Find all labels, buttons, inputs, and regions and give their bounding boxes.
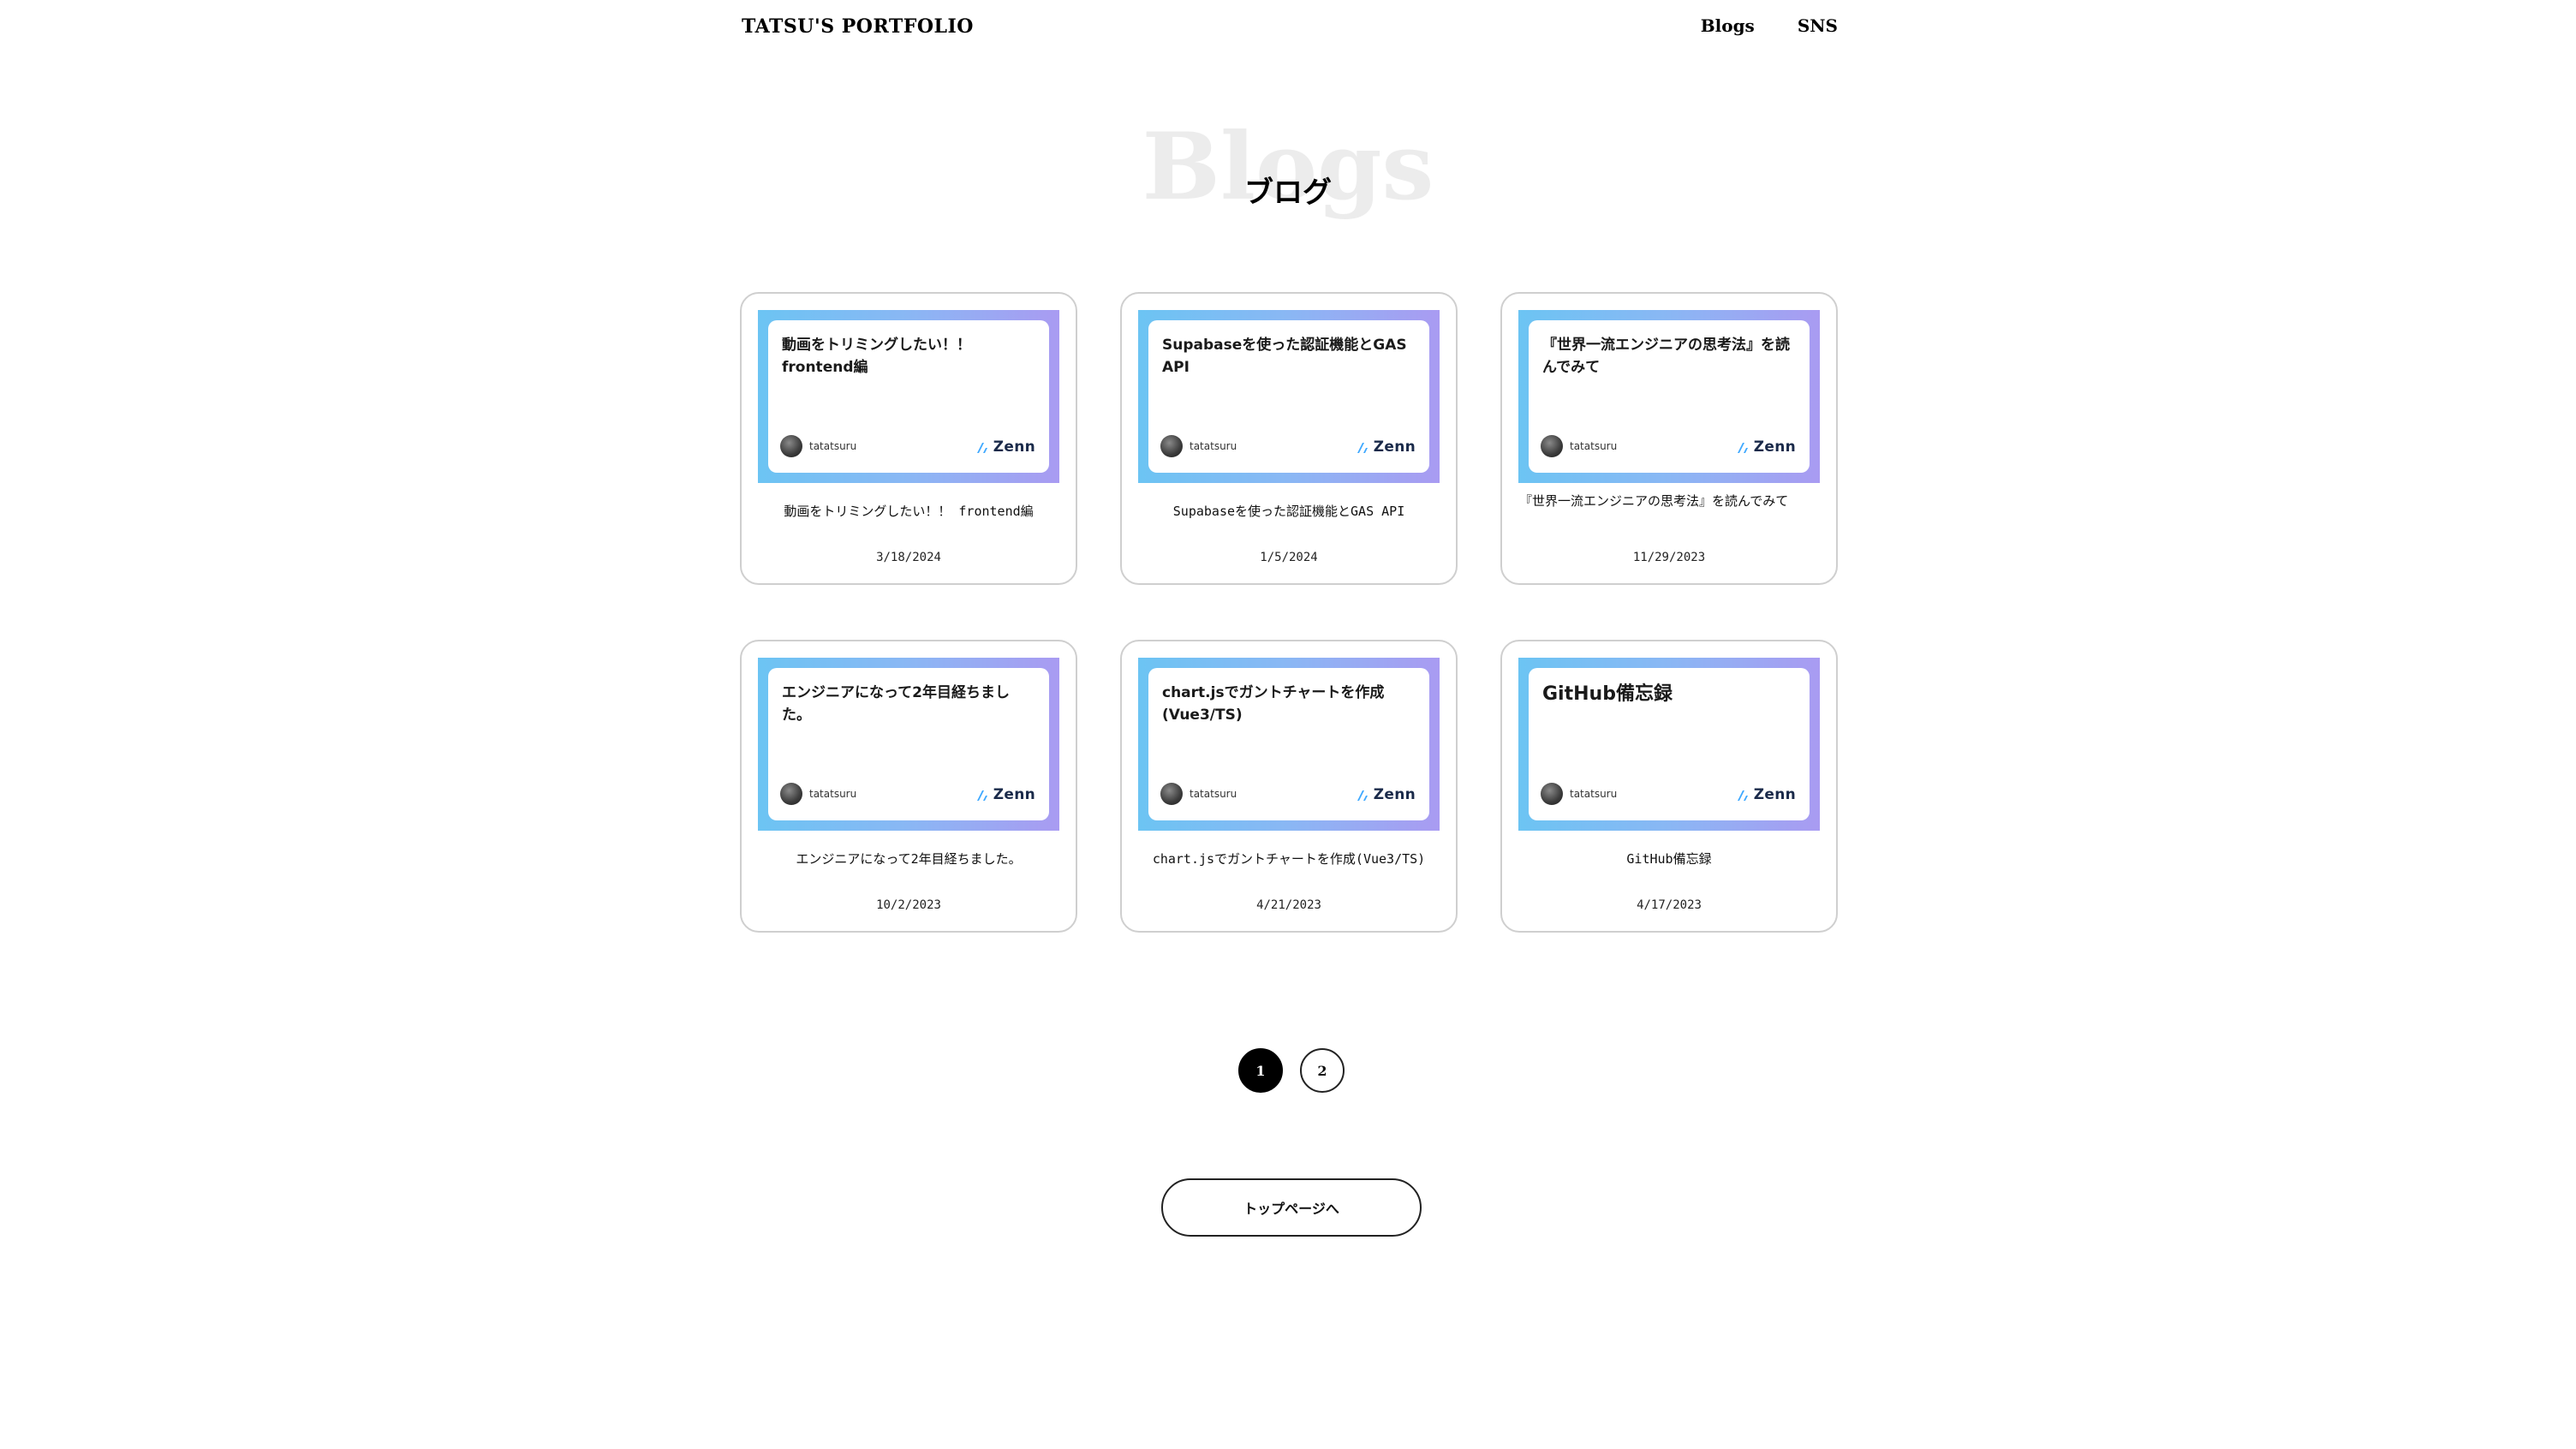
section-title-foreground: ブログ	[1244, 176, 1332, 210]
author-name: tatatsuru	[1570, 788, 1618, 800]
zenn-wordmark: Zenn	[1753, 786, 1796, 803]
zenn-wordmark: Zenn	[993, 438, 1035, 456]
blog-card[interactable]: 動画をトリミングしたい！！frontend編 tatatsuru Zenn 動画…	[740, 292, 1077, 585]
card-date: 3/18/2024	[876, 551, 941, 564]
zenn-wordmark: Zenn	[1373, 438, 1416, 456]
thumbnail-panel: 『世界一流エンジニアの思考法』を読んでみて tatatsuru Zenn	[1529, 320, 1810, 473]
zenn-logo: Zenn	[1357, 786, 1416, 803]
thumbnail-panel: Supabaseを使った認証機能とGAS API tatatsuru Zenn	[1148, 320, 1429, 473]
blog-card-grid: 動画をトリミングしたい！！frontend編 tatatsuru Zenn 動画…	[740, 292, 1838, 933]
author-avatar	[780, 783, 802, 805]
zenn-icon	[1737, 790, 1748, 801]
card-title: 『世界一流エンジニアの思考法』を読んでみて	[1519, 493, 1789, 509]
blog-card[interactable]: Supabaseを使った認証機能とGAS API tatatsuru Zenn …	[1120, 292, 1458, 585]
zenn-wordmark: Zenn	[993, 786, 1035, 803]
author-name: tatatsuru	[1190, 440, 1237, 452]
card-thumbnail: chart.jsでガントチャートを作成(Vue3/TS) tatatsuru Z…	[1138, 658, 1440, 831]
author-avatar	[1541, 435, 1563, 457]
card-thumbnail: Supabaseを使った認証機能とGAS API tatatsuru Zenn	[1138, 310, 1440, 483]
card-date: 4/17/2023	[1637, 898, 1702, 912]
thumbnail-title: chart.jsでガントチャートを作成(Vue3/TS)	[1162, 684, 1385, 724]
card-thumbnail: エンジニアになって2年目経ちました。 tatatsuru Zenn	[758, 658, 1059, 831]
card-title: GitHub備忘録	[1626, 851, 1712, 867]
zenn-logo: Zenn	[1737, 438, 1796, 456]
zenn-wordmark: Zenn	[1373, 786, 1416, 803]
zenn-logo: Zenn	[1357, 438, 1416, 456]
author-avatar	[1160, 783, 1183, 805]
page-button-1[interactable]: 1	[1238, 1048, 1283, 1093]
blog-card[interactable]: エンジニアになって2年目経ちました。 tatatsuru Zenn エンジニアに…	[740, 640, 1077, 933]
card-title: 動画をトリミングしたい！！ frontend編	[784, 504, 1034, 519]
author-name: tatatsuru	[1190, 788, 1237, 800]
author-avatar	[1160, 435, 1183, 457]
zenn-logo: Zenn	[1737, 786, 1796, 803]
thumbnail-title: GitHub備忘録	[1542, 683, 1673, 705]
back-to-top-page-button[interactable]: トップページへ	[1161, 1178, 1422, 1237]
zenn-logo: Zenn	[976, 438, 1035, 456]
card-date: 1/5/2024	[1260, 551, 1318, 564]
thumbnail-panel: GitHub備忘録 tatatsuru Zenn	[1529, 668, 1810, 820]
pagination: 1 2	[1238, 1048, 1345, 1093]
card-title: エンジニアになって2年目経ちました。	[796, 851, 1022, 867]
thumbnail-panel: 動画をトリミングしたい！！frontend編 tatatsuru Zenn	[768, 320, 1049, 473]
thumbnail-title: エンジニアになって2年目経ちました。	[782, 684, 1010, 724]
card-thumbnail: 『世界一流エンジニアの思考法』を読んでみて tatatsuru Zenn	[1518, 310, 1820, 483]
author-avatar	[1541, 783, 1563, 805]
blog-card[interactable]: 『世界一流エンジニアの思考法』を読んでみて tatatsuru Zenn 『世界…	[1500, 292, 1838, 585]
author-avatar	[780, 435, 802, 457]
card-date: 10/2/2023	[876, 898, 941, 912]
zenn-icon	[976, 443, 987, 453]
card-date: 4/21/2023	[1256, 898, 1321, 912]
thumbnail-panel: エンジニアになって2年目経ちました。 tatatsuru Zenn	[768, 668, 1049, 820]
zenn-icon	[1737, 443, 1748, 453]
nav-link-blogs[interactable]: Blogs	[1701, 15, 1755, 36]
thumbnail-title: 動画をトリミングしたい！！frontend編	[782, 337, 971, 376]
card-title: Supabaseを使った認証機能とGAS API	[1172, 504, 1405, 519]
blog-card[interactable]: GitHub備忘録 tatatsuru Zenn GitHub備忘録 4/17/…	[1500, 640, 1838, 933]
main-nav: Blogs SNS	[1701, 15, 1838, 36]
card-date: 11/29/2023	[1632, 551, 1706, 564]
blog-card[interactable]: chart.jsでガントチャートを作成(Vue3/TS) tatatsuru Z…	[1120, 640, 1458, 933]
zenn-icon	[976, 790, 987, 801]
card-title: chart.jsでガントチャートを作成(Vue3/TS)	[1152, 851, 1426, 867]
page-button-2[interactable]: 2	[1300, 1048, 1345, 1093]
zenn-wordmark: Zenn	[1753, 438, 1796, 456]
author-name: tatatsuru	[809, 788, 857, 800]
section-title: Blogs ブログ	[0, 111, 2576, 231]
site-logo[interactable]: TATSU'S PORTFOLIO	[742, 15, 974, 38]
zenn-icon	[1357, 790, 1368, 801]
card-thumbnail: 動画をトリミングしたい！！frontend編 tatatsuru Zenn	[758, 310, 1059, 483]
zenn-icon	[1357, 443, 1368, 453]
author-name: tatatsuru	[809, 440, 857, 452]
thumbnail-title: Supabaseを使った認証機能とGAS API	[1162, 337, 1407, 376]
site-header: TATSU'S PORTFOLIO Blogs SNS	[742, 15, 1838, 46]
card-thumbnail: GitHub備忘録 tatatsuru Zenn	[1518, 658, 1820, 831]
thumbnail-panel: chart.jsでガントチャートを作成(Vue3/TS) tatatsuru Z…	[1148, 668, 1429, 820]
thumbnail-title: 『世界一流エンジニアの思考法』を読んでみて	[1542, 337, 1790, 376]
zenn-logo: Zenn	[976, 786, 1035, 803]
author-name: tatatsuru	[1570, 440, 1618, 452]
nav-link-sns[interactable]: SNS	[1798, 15, 1838, 36]
